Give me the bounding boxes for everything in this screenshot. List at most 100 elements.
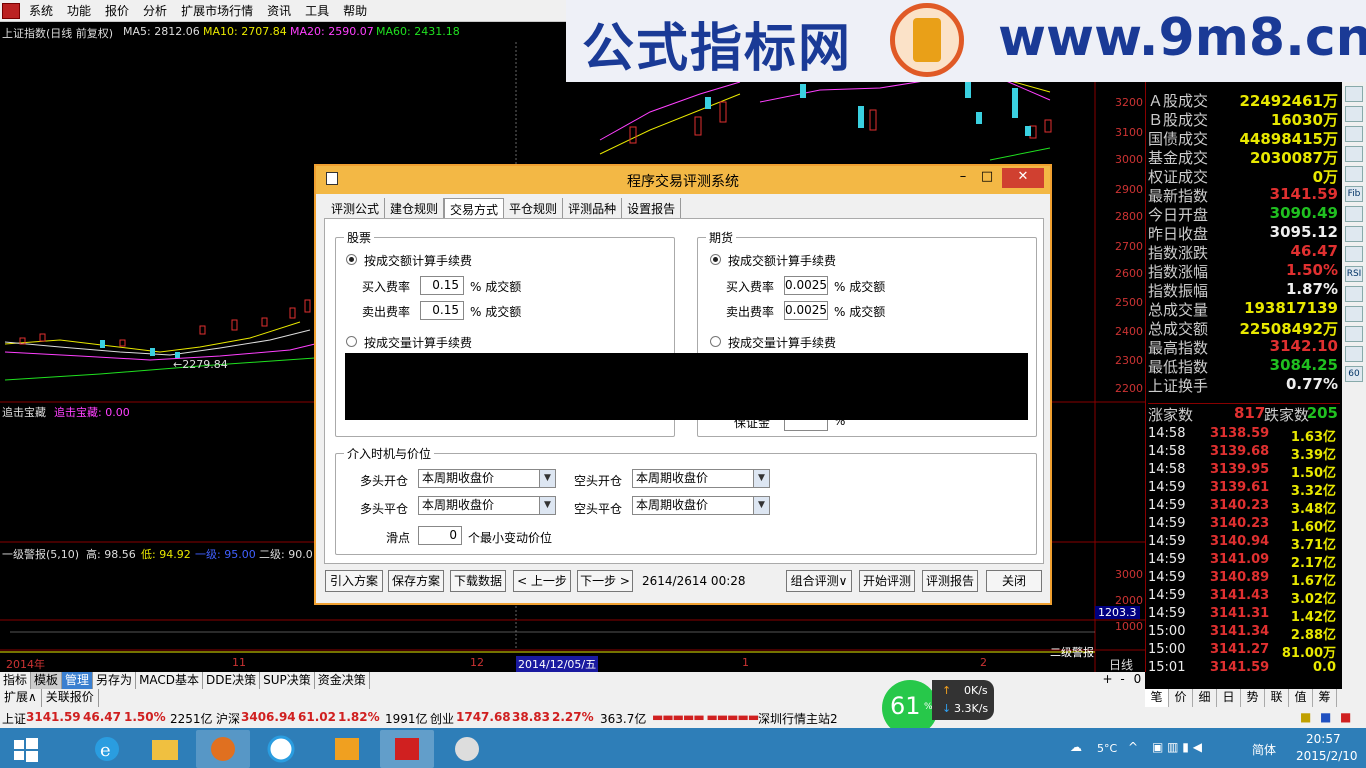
tab-sup[interactable]: SUP决策 [260, 672, 315, 689]
toolbar-trend-icon[interactable] [1345, 146, 1363, 162]
tab-report-settings[interactable]: 设置报告 [622, 198, 682, 218]
stock-amount-radio[interactable] [346, 254, 357, 265]
menu-quote[interactable]: 报价 [100, 2, 134, 19]
minimize-button[interactable]: – [952, 168, 974, 188]
chevron-down-icon[interactable]: ▼ [753, 470, 769, 487]
tab-macd[interactable]: MACD基本 [136, 672, 204, 689]
toolbar-period-icon[interactable]: 60 [1345, 366, 1363, 382]
trading-app-icon[interactable] [380, 730, 434, 768]
menu-news[interactable]: 资讯 [262, 2, 296, 19]
chevron-down-icon[interactable]: ▼ [539, 497, 555, 514]
stock-volume-radio[interactable] [346, 336, 357, 347]
toolbar-list-icon[interactable] [1345, 206, 1363, 222]
tab-trend[interactable]: 势 [1241, 689, 1265, 707]
tab-detail[interactable]: 细 [1193, 689, 1217, 707]
menu-function[interactable]: 功能 [62, 2, 96, 19]
tab-manage[interactable]: 管理 [62, 672, 94, 689]
zoom-reset-button[interactable]: 0 [1130, 672, 1145, 689]
dialog-titlebar[interactable]: 程序交易评测系统 – □ ✕ [316, 166, 1050, 194]
toolbar-down-icon[interactable] [1345, 286, 1363, 302]
file-explorer-icon[interactable] [138, 730, 192, 768]
menu-system[interactable]: 系统 [24, 2, 58, 19]
menu-analysis[interactable]: 分析 [138, 2, 172, 19]
zoom-out-button[interactable]: - [1115, 672, 1130, 689]
speaker-icon[interactable]: ■ [1320, 710, 1331, 724]
short-close-select[interactable]: 本周期收盘价 ▼ [632, 496, 770, 515]
toolbar-cross-icon[interactable] [1345, 306, 1363, 322]
toolbar-bar-icon[interactable] [1345, 106, 1363, 122]
tab-extend[interactable]: 扩展∧ [0, 689, 42, 707]
toolbar-compare-icon[interactable] [1345, 246, 1363, 262]
paint-icon[interactable] [440, 730, 494, 768]
save-plan-button[interactable]: 保存方案 [388, 570, 444, 592]
tab-entry-rules[interactable]: 建仓规则 [385, 198, 445, 218]
stock-sell-input[interactable]: 0.15 [420, 301, 464, 320]
long-open-select[interactable]: 本周期收盘价 ▼ [418, 469, 556, 488]
toolbar-zoom-icon[interactable] [1345, 326, 1363, 342]
toolbar-undo-icon[interactable] [1345, 346, 1363, 362]
import-plan-button[interactable]: 引入方案 [325, 570, 383, 592]
clock-time[interactable]: 20:57 [1306, 732, 1341, 746]
period-label[interactable]: 日线 [1100, 656, 1142, 672]
tab-trade-mode[interactable]: 交易方式 [444, 198, 505, 218]
tab-template[interactable]: 模板 [31, 672, 63, 689]
stock-amount-label[interactable]: 按成交额计算手续费 [364, 252, 472, 269]
toolbar-wave-icon[interactable] [1345, 226, 1363, 242]
tab-dde[interactable]: DDE决策 [203, 672, 261, 689]
qq-browser-icon[interactable] [254, 730, 308, 768]
tab-eval-formula[interactable]: 评测公式 [326, 198, 386, 218]
tab-indicator[interactable]: 指标 [0, 672, 32, 689]
menu-help[interactable]: 帮助 [338, 2, 372, 19]
ime-indicator[interactable]: 简体 [1252, 741, 1276, 758]
toolbar-fib-icon[interactable]: Fib [1345, 186, 1363, 202]
ie-browser-icon[interactable]: e [80, 730, 134, 768]
toolbar-chart-icon[interactable] [1345, 86, 1363, 102]
tray-icons[interactable]: ▣ ▥ ▮ ◀ [1152, 740, 1202, 754]
close-window-button[interactable]: ✕ [1002, 168, 1044, 188]
slippage-input[interactable]: 0 [418, 526, 462, 545]
futures-volume-radio[interactable] [710, 336, 721, 347]
tab-capital[interactable]: 资金决策 [315, 672, 370, 689]
download-data-button[interactable]: 下载数据 [450, 570, 506, 592]
server-name[interactable]: 深圳行情主站2 [758, 710, 838, 727]
tab-exit-rules[interactable]: 平仓规则 [504, 198, 564, 218]
stock-volume-label[interactable]: 按成交量计算手续费 [364, 334, 472, 351]
start-eval-button[interactable]: 开始评测 [859, 570, 915, 592]
tab-link[interactable]: 联 [1265, 689, 1289, 707]
maximize-button[interactable]: □ [976, 168, 998, 188]
stock-buy-input[interactable]: 0.15 [420, 276, 464, 295]
lock-icon[interactable]: ■ [1300, 710, 1311, 724]
tab-related-quotes[interactable]: 关联报价 [42, 689, 99, 707]
menu-extended-market[interactable]: 扩展市场行情 [176, 2, 258, 19]
toolbar-line-icon[interactable] [1345, 126, 1363, 142]
clock-date[interactable]: 2015/2/10 [1296, 749, 1358, 763]
stock-app-icon[interactable] [196, 730, 250, 768]
long-close-select[interactable]: 本周期收盘价 ▼ [418, 496, 556, 515]
futures-volume-label[interactable]: 按成交量计算手续费 [728, 334, 836, 351]
toolbar-rsi-icon[interactable]: RSI [1345, 266, 1363, 282]
next-step-button[interactable]: 下一步 > [577, 570, 633, 592]
menu-tools[interactable]: 工具 [300, 2, 334, 19]
futures-amount-radio[interactable] [710, 254, 721, 265]
alert-icon[interactable]: ■ [1340, 710, 1351, 724]
close-dialog-button[interactable]: 关闭 [986, 570, 1042, 592]
chevron-down-icon[interactable]: ▼ [539, 470, 555, 487]
short-open-select[interactable]: 本周期收盘价 ▼ [632, 469, 770, 488]
tray-expand-icon[interactable]: ^ [1128, 740, 1138, 754]
zoom-in-button[interactable]: + [1100, 672, 1115, 689]
combo-eval-button[interactable]: 组合评测∨ [786, 570, 852, 592]
futures-buy-input[interactable]: 0.0025 [784, 276, 828, 295]
weather-icon[interactable]: ☁ [1070, 740, 1082, 754]
tab-chips[interactable]: 筹 [1313, 689, 1337, 707]
tab-save-as[interactable]: 另存为 [93, 672, 137, 689]
weather-temp[interactable]: 5°C [1097, 742, 1117, 755]
tab-daily[interactable]: 日 [1217, 689, 1241, 707]
toolbar-grid-icon[interactable] [1345, 166, 1363, 182]
tab-ticks[interactable]: 笔 [1145, 689, 1169, 707]
start-windows-icon[interactable] [0, 730, 50, 768]
futures-sell-input[interactable]: 0.0025 [784, 301, 828, 320]
tab-value[interactable]: 值 [1289, 689, 1313, 707]
prev-step-button[interactable]: < 上一步 [513, 570, 571, 592]
eval-report-button[interactable]: 评测报告 [922, 570, 978, 592]
k-software-icon[interactable] [320, 730, 374, 768]
